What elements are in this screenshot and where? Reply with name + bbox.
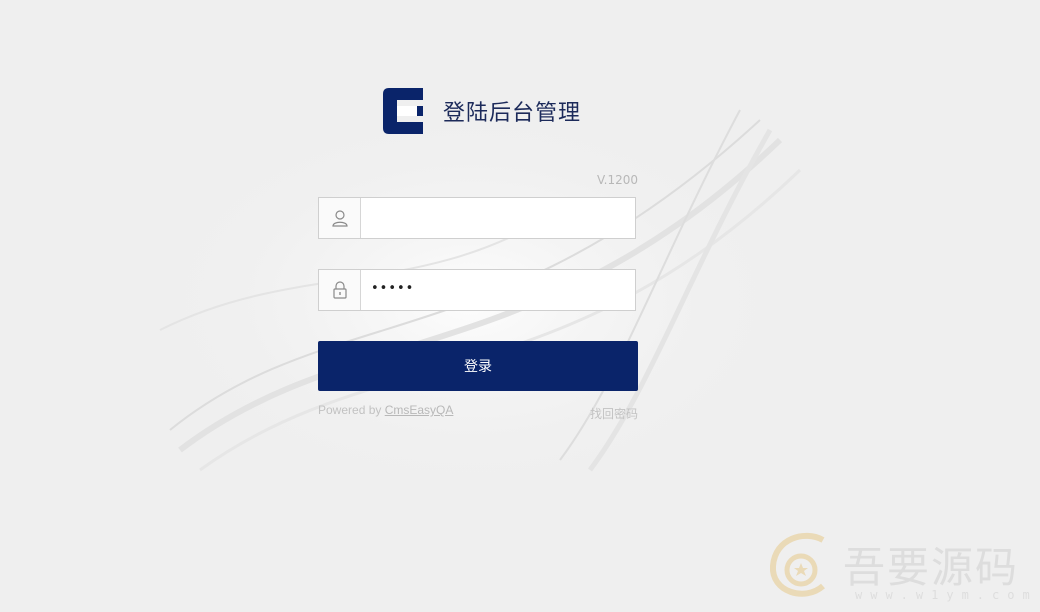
username-field: [318, 197, 636, 239]
watermark-text: 吾要源码: [843, 543, 1020, 592]
password-field: •••••: [318, 269, 636, 311]
password-icon-box: [319, 270, 361, 310]
powered-link[interactable]: CmsEasyQA: [385, 403, 454, 417]
logo-header: 登陆后台管理: [383, 88, 581, 134]
forgot-password-link[interactable]: 找回密码: [560, 405, 638, 422]
page-title: 登陆后台管理: [443, 101, 582, 126]
cmseasy-logo-icon: [383, 88, 423, 134]
powered-prefix: Powered by: [318, 403, 385, 417]
user-icon: [331, 210, 348, 227]
powered-by: Powered by CmsEasyQA: [318, 403, 453, 417]
watermark-url: www.w1ym.com: [855, 588, 1038, 602]
lock-icon: [332, 281, 347, 299]
watermark-logo-icon: [769, 533, 825, 597]
password-input[interactable]: •••••: [361, 270, 635, 310]
username-icon-box: [319, 198, 361, 238]
login-button[interactable]: 登录: [318, 341, 638, 391]
password-mask: •••••: [371, 281, 415, 296]
watermark: 吾要源码 www.w1ym.com: [765, 530, 1035, 608]
version-label: V.1200: [596, 173, 638, 187]
username-input[interactable]: [361, 198, 635, 238]
